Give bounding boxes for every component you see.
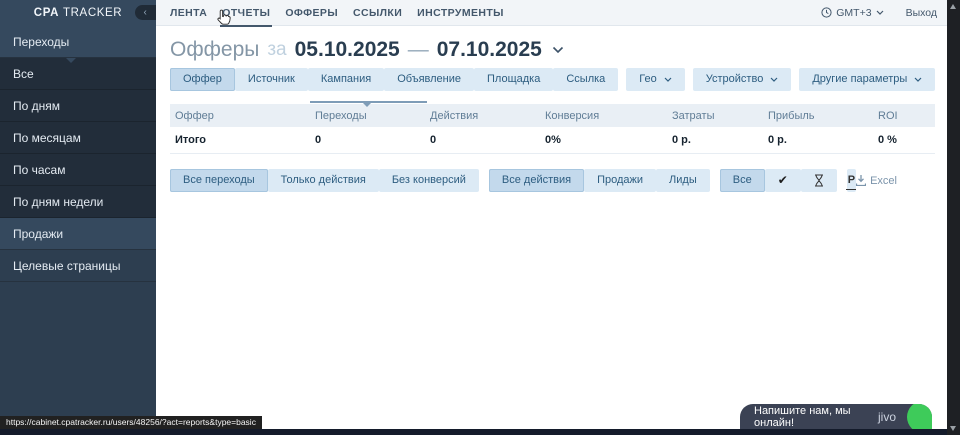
total-conversion: 0% — [540, 134, 667, 146]
filter-source-button[interactable]: Источник — [235, 68, 308, 91]
leads-button[interactable]: Лиды — [656, 169, 710, 192]
total-transitions: 0 — [310, 134, 425, 146]
sidebar-item-po-mesyacam[interactable]: По месяцам — [0, 122, 156, 154]
header-transitions[interactable]: Переходы — [310, 110, 425, 122]
result-filters: Все переходы Только действия Без конверс… — [170, 169, 935, 192]
date-picker-chevron-icon[interactable] — [552, 46, 564, 54]
sidebar: CPA TRACKER ‹ Переходы Все По дням По ме… — [0, 0, 156, 429]
total-roi: 0 % — [873, 134, 935, 146]
status-approved-button[interactable]: ✔ — [765, 169, 801, 192]
action-filter-group: Все действия Продажи Лиды — [489, 169, 710, 192]
scrollbar-down-arrow-icon[interactable] — [950, 426, 956, 431]
sidebar-item-celevye-stranicy[interactable]: Целевые страницы — [0, 250, 156, 282]
total-profit: 0 р. — [763, 134, 873, 146]
filter-link-button[interactable]: Ссылка — [553, 68, 618, 91]
sort-indicator[interactable] — [310, 101, 427, 103]
title-preposition: за — [267, 39, 286, 61]
only-actions-button[interactable]: Только действия — [268, 169, 379, 192]
hourglass-icon — [814, 174, 824, 187]
chat-message: Напишите нам, мы онлайн! — [754, 405, 878, 429]
logo-bold: CPA — [34, 7, 59, 19]
main-content: Офферы за 05.10.2025 — 07.10.2025 Оффер … — [156, 26, 947, 429]
header-actions[interactable]: Действия — [425, 110, 540, 122]
expanded-group-notch — [66, 58, 76, 63]
device-dropdown-button[interactable]: Устройство — [693, 68, 792, 91]
jivo-logo: jivo — [878, 410, 896, 424]
jivo-green-leaf-icon — [907, 404, 932, 429]
sidebar-item-perehody[interactable]: Переходы — [0, 26, 156, 58]
all-transitions-button[interactable]: Все переходы — [170, 169, 268, 192]
geo-dropdown-button[interactable]: Гео — [626, 68, 684, 91]
table-header-row: Оффер Переходы Действия Конверсия Затрат… — [170, 104, 935, 127]
transition-filter-group: Все переходы Только действия Без конверс… — [170, 169, 479, 192]
filter-placement-button[interactable]: Площадка — [474, 68, 553, 91]
header-profit[interactable]: Прибыль — [763, 110, 873, 122]
sidebar-item-po-dnyam[interactable]: По дням — [0, 90, 156, 122]
tab-otchety[interactable]: ОТЧЕТЫ — [222, 7, 270, 19]
export-excel-link[interactable]: Excel — [856, 175, 897, 187]
tab-offery[interactable]: ОФФЕРЫ — [285, 7, 338, 19]
filter-campaign-button[interactable]: Кампания — [308, 68, 384, 91]
status-filter-group: Все ✔ — [720, 169, 837, 192]
chevron-down-icon — [914, 77, 922, 82]
header-offer[interactable]: Оффер — [170, 110, 310, 122]
date-from[interactable]: 05.10.2025 — [295, 38, 400, 62]
chevron-down-icon — [770, 77, 778, 82]
all-actions-button[interactable]: Все действия — [489, 169, 584, 192]
sidebar-item-vse[interactable]: Все — [0, 58, 156, 90]
download-icon — [856, 175, 866, 186]
no-conversions-button[interactable]: Без конверсий — [379, 169, 479, 192]
header-conversion[interactable]: Конверсия — [540, 110, 667, 122]
browser-status-url: https://cabinet.cpatracker.ru/users/4825… — [0, 416, 262, 429]
header-roi[interactable]: ROI — [873, 110, 935, 122]
tab-lenta[interactable]: ЛЕНТА — [170, 7, 207, 19]
status-paid-button[interactable]: Р — [847, 169, 856, 192]
tab-ssylki[interactable]: ССЫЛКИ — [353, 7, 402, 19]
total-costs: 0 р. — [667, 134, 763, 146]
top-navigation: ЛЕНТА ОТЧЕТЫ ОФФЕРЫ ССЫЛКИ ИНСТРУМЕНТЫ G… — [156, 0, 947, 26]
sidebar-item-prodazhi[interactable]: Продажи — [0, 218, 156, 250]
sidebar-item-po-chasam[interactable]: По часам — [0, 154, 156, 186]
date-range-dash: — — [408, 38, 429, 62]
sidebar-collapse-button[interactable]: ‹ — [135, 5, 156, 20]
status-pending-button[interactable] — [801, 169, 837, 192]
other-params-dropdown-button[interactable]: Другие параметры — [799, 68, 935, 91]
sidebar-item-po-dnyam-nedeli[interactable]: По дням недели — [0, 186, 156, 218]
report-entity-label: Офферы — [170, 38, 259, 62]
tab-instrumenty[interactable]: ИНСТРУМЕНТЫ — [417, 7, 504, 19]
ruble-icon: Р — [848, 169, 855, 192]
table-row-total: Итого 0 0 0% 0 р. 0 р. 0 % — [170, 127, 935, 154]
dimension-button-group: Оффер Источник Кампания Объявление Площа… — [170, 68, 618, 91]
bottom-edge-strip — [0, 429, 960, 435]
scrollbar-up-arrow-icon[interactable] — [950, 4, 956, 9]
vertical-scrollbar[interactable] — [947, 0, 960, 435]
report-table: Оффер Переходы Действия Конверсия Затрат… — [170, 104, 935, 154]
filter-ad-button[interactable]: Объявление — [384, 68, 474, 91]
check-icon: ✔ — [778, 169, 788, 192]
date-to[interactable]: 07.10.2025 — [437, 38, 542, 62]
chevron-down-icon — [664, 77, 672, 82]
timezone-selector[interactable]: GMT+3 — [821, 7, 883, 19]
filter-offer-button[interactable]: Оффер — [170, 68, 235, 91]
page-title: Офферы за 05.10.2025 — 07.10.2025 — [170, 38, 947, 62]
timezone-label: GMT+3 — [836, 7, 871, 19]
jivo-chat-widget[interactable]: Напишите нам, мы онлайн! jivo — [740, 404, 932, 429]
logout-button[interactable]: Выход — [906, 7, 937, 19]
sales-button[interactable]: Продажи — [584, 169, 656, 192]
clock-icon — [821, 7, 832, 18]
total-actions: 0 — [425, 134, 540, 146]
header-costs[interactable]: Затраты — [667, 110, 763, 122]
logo: CPA TRACKER ‹ — [0, 0, 156, 26]
excel-label: Excel — [870, 175, 897, 187]
dimension-filters: Оффер Источник Кампания Объявление Площа… — [170, 68, 947, 91]
total-label: Итого — [170, 134, 310, 146]
chevron-down-icon — [876, 10, 884, 15]
status-all-button[interactable]: Все — [720, 169, 765, 192]
logo-rest: TRACKER — [63, 7, 122, 19]
